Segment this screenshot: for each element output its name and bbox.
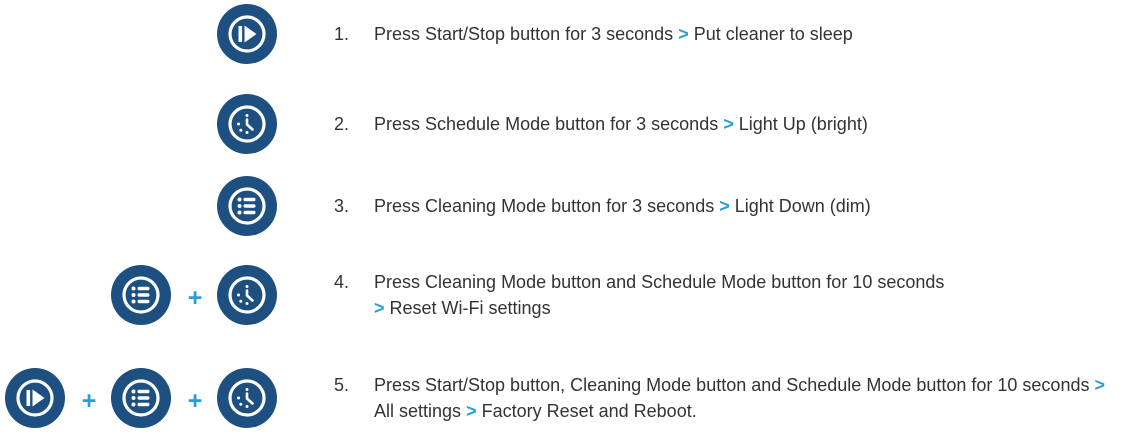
step-number: 4. (334, 272, 350, 292)
play-pause-icon (5, 368, 65, 428)
arrow: > (1094, 375, 1105, 395)
clock-icon (217, 94, 277, 154)
play-pause-icon (217, 4, 277, 64)
cleaning-mode-button (111, 368, 171, 428)
step-text: Press Schedule Mode button for 3 seconds… (374, 114, 868, 134)
arrow: > (374, 298, 385, 318)
clock-icon (217, 265, 277, 325)
step-text: Press Cleaning Mode button and Schedule … (374, 272, 945, 318)
cleaning-mode-button (217, 176, 277, 236)
step-1: 1. Press Start/Stop button for 3 seconds… (334, 21, 1124, 47)
arrow: > (719, 196, 730, 216)
step-number: 1. (334, 24, 350, 44)
arrow: > (723, 114, 734, 134)
schedule-mode-button (217, 265, 277, 325)
arrow: > (466, 401, 477, 421)
list-icon (111, 368, 171, 428)
step-number: 3. (334, 196, 350, 216)
schedule-mode-button (217, 368, 277, 428)
list-icon (111, 265, 171, 325)
arrow: > (678, 24, 689, 44)
step-text: Press Start/Stop button, Cleaning Mode b… (374, 375, 1105, 421)
step-text: Press Cleaning Mode button for 3 seconds… (374, 196, 871, 216)
step-number: 2. (334, 114, 350, 134)
step-number: 5. (334, 375, 350, 395)
step-text: Press Start/Stop button for 3 seconds > … (374, 24, 853, 44)
start-stop-button (217, 4, 277, 64)
start-stop-button (5, 368, 65, 428)
step-2: 2. Press Schedule Mode button for 3 seco… (334, 111, 1124, 137)
plus-sign: + (187, 387, 203, 415)
clock-icon (217, 368, 277, 428)
step-4: 4. Press Cleaning Mode button and Schedu… (334, 269, 1124, 321)
schedule-mode-button (217, 94, 277, 154)
cleaning-mode-button (111, 265, 171, 325)
step-3: 3. Press Cleaning Mode button for 3 seco… (334, 193, 1124, 219)
plus-sign: + (187, 284, 203, 312)
step-5: 5. Press Start/Stop button, Cleaning Mod… (334, 372, 1124, 424)
plus-sign: + (81, 387, 97, 415)
list-icon (217, 176, 277, 236)
